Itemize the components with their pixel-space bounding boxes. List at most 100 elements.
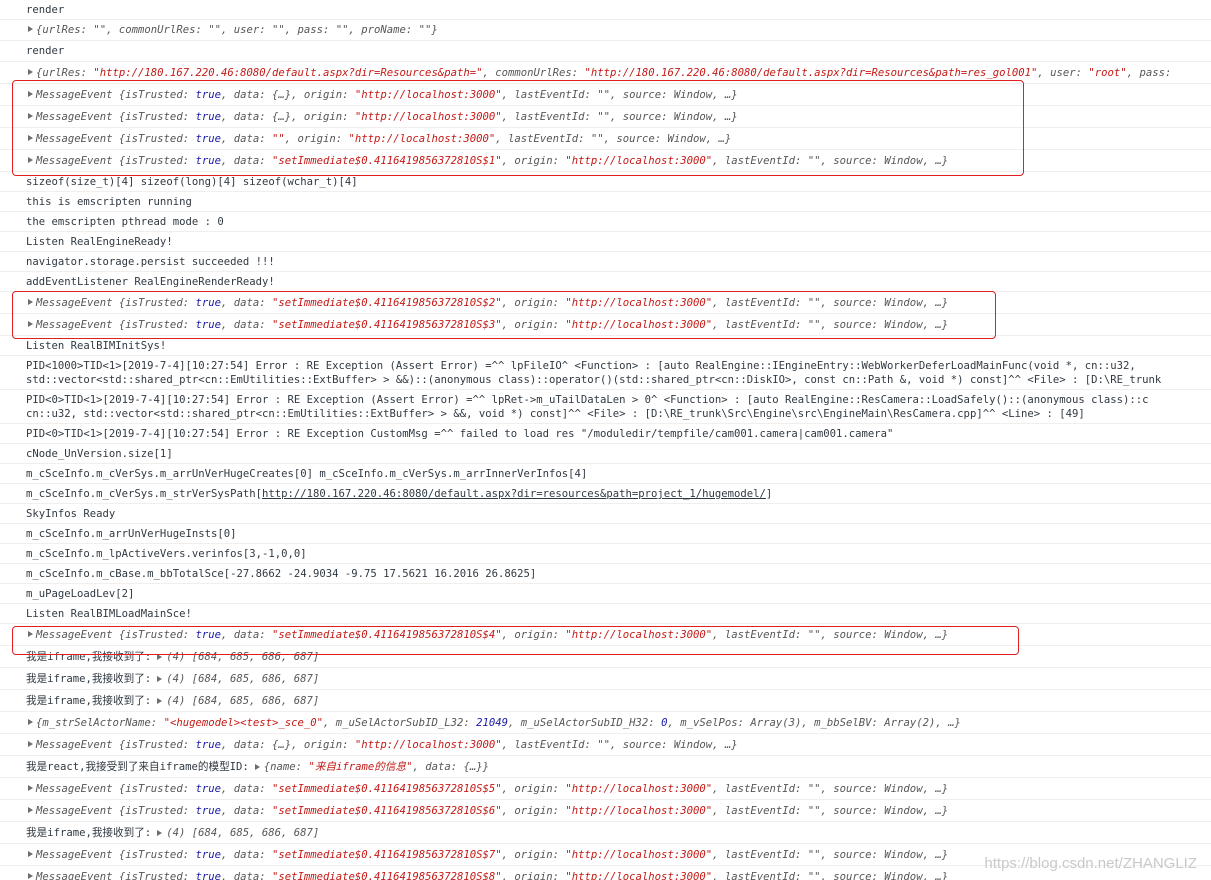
expand-triangle-icon[interactable] <box>157 830 163 836</box>
log-link[interactable]: http://180.167.220.46:8080/default.aspx?… <box>262 488 766 500</box>
log-text: render <box>26 45 65 57</box>
log-row: m_cSceInfo.m_lpActiveVers.verinfos[3,-1,… <box>0 544 1211 564</box>
message-event-preview[interactable]: MessageEvent {isTrusted: true, data: "",… <box>26 133 731 145</box>
log-text: m_cSceInfo.m_cVerSys.m_strVerSysPath[ <box>26 488 262 500</box>
message-event-preview[interactable]: MessageEvent {isTrusted: true, data: {…}… <box>26 111 738 123</box>
message-event-preview[interactable]: MessageEvent {isTrusted: true, data: "se… <box>26 319 948 331</box>
message-event-row[interactable]: MessageEvent {isTrusted: true, data: "se… <box>0 800 1211 822</box>
expand-triangle-icon[interactable] <box>28 156 33 163</box>
log-text: 我是iframe,我接收到了: <box>26 827 152 839</box>
error-text-line: PID<1000>TID<1>[2019-7-4][10:27:54] Erro… <box>26 360 1136 372</box>
expand-triangle-icon[interactable] <box>28 68 33 75</box>
expand-triangle-icon[interactable] <box>157 676 163 682</box>
iframe-log-row: 我是iframe,我接收到了: (4) [684, 685, 686, 687] <box>0 822 1211 844</box>
message-event-preview[interactable]: MessageEvent {isTrusted: true, data: "se… <box>26 871 948 880</box>
log-text: m_uPageLoadLev[2] <box>26 588 135 600</box>
log-text: m_cSceInfo.m_arrUnVerHugeInsts[0] <box>26 528 237 540</box>
object-row[interactable]: {urlRes: "", commonUrlRes: "", user: "",… <box>0 20 1211 41</box>
log-row: Listen RealBIMInitSys! <box>0 336 1211 356</box>
log-text: addEventListener RealEngineRenderReady! <box>26 276 275 288</box>
log-row: render <box>0 41 1211 62</box>
expand-triangle-icon[interactable] <box>28 90 33 97</box>
expand-triangle-icon[interactable] <box>28 298 33 305</box>
iframe-log-row: 我是iframe,我接收到了: (4) [684, 685, 686, 687] <box>0 690 1211 712</box>
log-row: this is emscripten running <box>0 192 1211 212</box>
iframe-log-row: 我是iframe,我接收到了: (4) [684, 685, 686, 687] <box>0 668 1211 690</box>
message-event-row[interactable]: MessageEvent {isTrusted: true, data: {…}… <box>0 734 1211 756</box>
expand-triangle-icon[interactable] <box>28 850 33 857</box>
log-row: cNode_UnVersion.size[1] <box>0 444 1211 464</box>
log-text: 我是react,我接受到了来自iframe的模型ID: <box>26 761 249 773</box>
expand-triangle-icon[interactable] <box>28 320 33 327</box>
log-text: m_cSceInfo.m_cVerSys.m_arrUnVerHugeCreat… <box>26 468 588 480</box>
log-text: Listen RealBIMInitSys! <box>26 340 167 352</box>
log-text: sizeof(size_t)[4] sizeof(long)[4] sizeof… <box>26 176 358 188</box>
message-event-preview[interactable]: MessageEvent {isTrusted: true, data: "se… <box>26 849 948 861</box>
array-preview[interactable]: (4) [684, 685, 686, 687] <box>166 695 319 707</box>
message-event-preview[interactable]: MessageEvent {isTrusted: true, data: {…}… <box>26 89 738 101</box>
expand-triangle-icon[interactable] <box>254 764 260 770</box>
message-event-row[interactable]: MessageEvent {isTrusted: true, data: "",… <box>0 128 1211 150</box>
log-text: navigator.storage.persist succeeded !!! <box>26 256 275 268</box>
log-text: this is emscripten running <box>26 196 192 208</box>
expand-triangle-icon[interactable] <box>28 134 33 141</box>
expand-triangle-icon[interactable] <box>28 26 33 32</box>
expand-triangle-icon[interactable] <box>28 112 33 119</box>
log-text: m_cSceInfo.m_lpActiveVers.verinfos[3,-1,… <box>26 548 307 560</box>
log-row: navigator.storage.persist succeeded !!! <box>0 252 1211 272</box>
expand-triangle-icon[interactable] <box>28 784 33 791</box>
object-preview[interactable]: {name: "来自iframe的信息", data: {…}} <box>264 761 489 773</box>
error-log-row: PID<0>TID<1>[2019-7-4][10:27:54] Error :… <box>0 424 1211 444</box>
react-log-row: 我是react,我接受到了来自iframe的模型ID: {name: "来自ifr… <box>0 756 1211 778</box>
log-text: 我是iframe,我接收到了: <box>26 695 152 707</box>
log-row: m_cSceInfo.m_cVerSys.m_strVerSysPath[htt… <box>0 484 1211 504</box>
object-row[interactable]: {m_strSelActorName: "<hugemodel><test>_s… <box>0 712 1211 734</box>
expand-triangle-icon[interactable] <box>28 718 33 725</box>
log-row: m_cSceInfo.m_cBase.m_bbTotalSce[-27.8662… <box>0 564 1211 584</box>
message-event-row[interactable]: MessageEvent {isTrusted: true, data: "se… <box>0 150 1211 172</box>
log-row: the emscripten pthread mode : 0 <box>0 212 1211 232</box>
message-event-preview[interactable]: MessageEvent {isTrusted: true, data: "se… <box>26 805 948 817</box>
iframe-log-row: 我是iframe,我接收到了: (4) [684, 685, 686, 687] <box>0 646 1211 668</box>
message-event-row[interactable]: MessageEvent {isTrusted: true, data: "se… <box>0 778 1211 800</box>
log-text: cNode_UnVersion.size[1] <box>26 448 173 460</box>
devtools-console: render {urlRes: "", commonUrlRes: "", us… <box>0 0 1211 880</box>
object-row[interactable]: {urlRes: "http://180.167.220.46:8080/def… <box>0 62 1211 84</box>
message-event-preview[interactable]: MessageEvent {isTrusted: true, data: {…}… <box>26 739 738 751</box>
expand-triangle-icon[interactable] <box>28 806 33 813</box>
log-row: Listen RealEngineReady! <box>0 232 1211 252</box>
message-event-row[interactable]: MessageEvent {isTrusted: true, data: {…}… <box>0 106 1211 128</box>
log-text: Listen RealEngineReady! <box>26 236 173 248</box>
array-preview[interactable]: (4) [684, 685, 686, 687] <box>166 673 319 685</box>
error-text-line: std::vector<std::shared_ptr<cn::EmUtilit… <box>26 374 1162 386</box>
log-text: 我是iframe,我接收到了: <box>26 651 152 663</box>
message-event-row[interactable]: MessageEvent {isTrusted: true, data: {…}… <box>0 84 1211 106</box>
array-preview[interactable]: (4) [684, 685, 686, 687] <box>166 827 319 839</box>
watermark: https://blog.csdn.net/ZHANGLIZ <box>984 855 1197 872</box>
log-row: render <box>0 0 1211 20</box>
message-event-row[interactable]: MessageEvent {isTrusted: true, data: "se… <box>0 314 1211 336</box>
object-preview[interactable]: {urlRes: "", commonUrlRes: "", user: "",… <box>26 24 438 36</box>
error-log-row: PID<1000>TID<1>[2019-7-4][10:27:54] Erro… <box>0 356 1211 390</box>
expand-triangle-icon[interactable] <box>28 740 33 747</box>
error-log-row: PID<0>TID<1>[2019-7-4][10:27:54] Error :… <box>0 390 1211 424</box>
expand-triangle-icon[interactable] <box>157 654 163 660</box>
log-text: Listen RealBIMLoadMainSce! <box>26 608 192 620</box>
message-event-row[interactable]: MessageEvent {isTrusted: true, data: "se… <box>0 292 1211 314</box>
error-text-line: cn::u32, std::vector<std::shared_ptr<cn:… <box>26 408 1085 420</box>
message-event-row[interactable]: MessageEvent {isTrusted: true, data: "se… <box>0 624 1211 646</box>
expand-triangle-icon[interactable] <box>157 698 163 704</box>
message-event-preview[interactable]: MessageEvent {isTrusted: true, data: "se… <box>26 783 948 795</box>
array-preview[interactable]: (4) [684, 685, 686, 687] <box>166 651 319 663</box>
error-text-line: PID<0>TID<1>[2019-7-4][10:27:54] Error :… <box>26 394 1149 406</box>
message-event-preview[interactable]: MessageEvent {isTrusted: true, data: "se… <box>26 629 948 641</box>
message-event-preview[interactable]: MessageEvent {isTrusted: true, data: "se… <box>26 155 948 167</box>
expand-triangle-icon[interactable] <box>28 872 33 879</box>
message-event-preview[interactable]: MessageEvent {isTrusted: true, data: "se… <box>26 297 948 309</box>
log-text: 我是iframe,我接收到了: <box>26 673 152 685</box>
log-row: addEventListener RealEngineRenderReady! <box>0 272 1211 292</box>
log-row: m_cSceInfo.m_cVerSys.m_arrUnVerHugeCreat… <box>0 464 1211 484</box>
object-preview[interactable]: {m_strSelActorName: "<hugemodel><test>_s… <box>26 717 961 729</box>
object-preview[interactable]: {urlRes: "http://180.167.220.46:8080/def… <box>26 67 1171 79</box>
expand-triangle-icon[interactable] <box>28 630 33 637</box>
